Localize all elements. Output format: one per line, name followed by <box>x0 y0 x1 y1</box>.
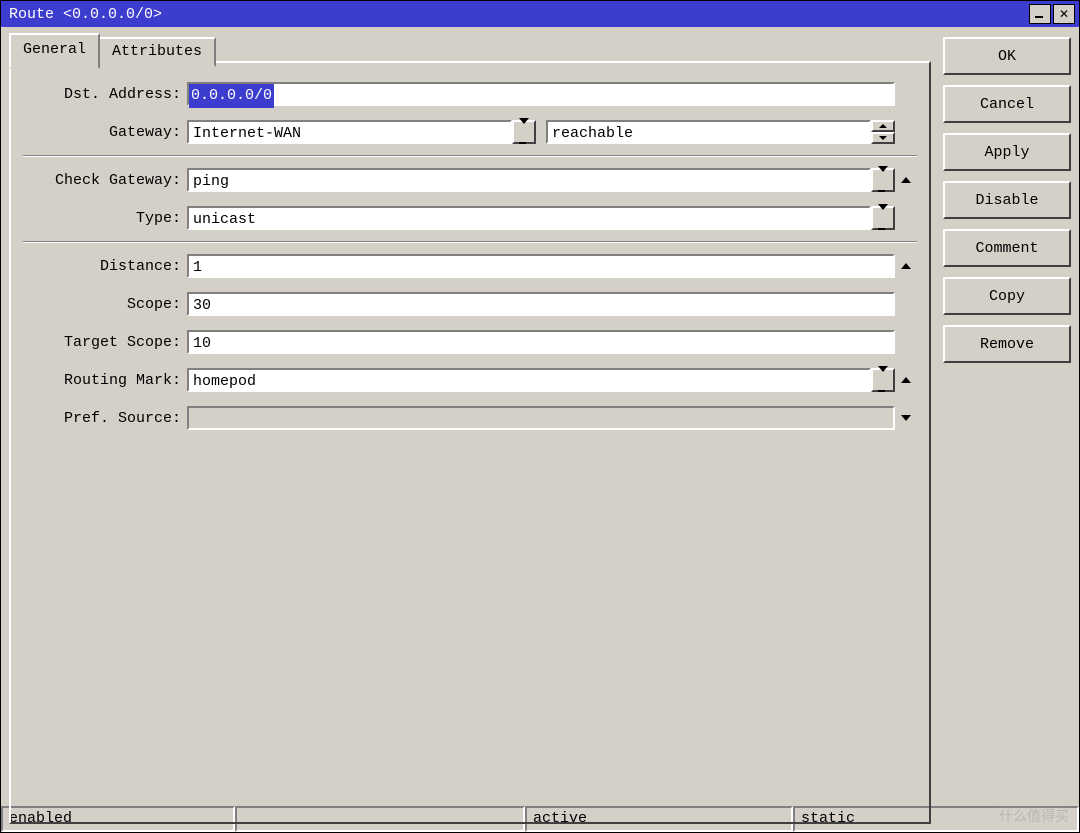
separator <box>23 155 917 157</box>
label-type: Type: <box>23 210 187 227</box>
main-panel: General Attributes Dst. Address: 0.0.0.0… <box>9 35 931 824</box>
disable-button[interactable]: Disable <box>943 181 1071 219</box>
copy-button[interactable]: Copy <box>943 277 1071 315</box>
general-panel: Dst. Address: 0.0.0.0/0 Gateway: Interne… <box>9 61 931 824</box>
distance-input[interactable]: 1 <box>187 254 895 278</box>
check-gateway-input[interactable]: ping <box>187 168 871 192</box>
label-gateway: Gateway: <box>23 124 187 141</box>
target-scope-input[interactable]: 10 <box>187 330 895 354</box>
routing-mark-dropdown-button[interactable] <box>871 368 895 392</box>
label-scope: Scope: <box>23 296 187 313</box>
label-distance: Distance: <box>23 258 187 275</box>
tab-attributes[interactable]: Attributes <box>98 37 216 67</box>
row-dst-address: Dst. Address: 0.0.0.0/0 <box>23 75 917 113</box>
row-type: Type: unicast <box>23 199 917 237</box>
minimize-button[interactable] <box>1029 4 1051 24</box>
routing-mark-collapse-icon[interactable] <box>895 377 917 383</box>
gateway-status: reachable <box>546 120 871 144</box>
label-routing-mark: Routing Mark: <box>23 372 187 389</box>
separator <box>23 241 917 243</box>
pref-source-expand-icon[interactable] <box>895 415 917 421</box>
close-button[interactable]: ✕ <box>1053 4 1075 24</box>
row-gateway: Gateway: Internet-WAN reachable <box>23 113 917 151</box>
row-scope: Scope: 30 <box>23 285 917 323</box>
row-target-scope: Target Scope: 10 <box>23 323 917 361</box>
gateway-dropdown-button[interactable] <box>512 120 536 144</box>
gateway-input[interactable]: Internet-WAN <box>187 120 512 144</box>
ok-button[interactable]: OK <box>943 37 1071 75</box>
apply-button[interactable]: Apply <box>943 133 1071 171</box>
gateway-step-down[interactable] <box>871 132 895 144</box>
dialog-body: General Attributes Dst. Address: 0.0.0.0… <box>1 27 1079 832</box>
button-column: OK Cancel Apply Disable Comment Copy Rem… <box>943 35 1071 824</box>
routing-mark-input[interactable]: homepod <box>187 368 871 392</box>
route-dialog: Route <0.0.0.0/0> ✕ General Attributes D… <box>0 0 1080 833</box>
type-input[interactable]: unicast <box>187 206 871 230</box>
row-check-gateway: Check Gateway: ping <box>23 161 917 199</box>
titlebar: Route <0.0.0.0/0> ✕ <box>1 1 1079 27</box>
label-pref-source: Pref. Source: <box>23 410 187 427</box>
label-check-gateway: Check Gateway: <box>23 172 187 189</box>
type-dropdown-button[interactable] <box>871 206 895 230</box>
check-gateway-collapse-icon[interactable] <box>895 177 917 183</box>
label-dst-address: Dst. Address: <box>23 86 187 103</box>
distance-collapse-icon[interactable] <box>895 263 917 269</box>
check-gateway-dropdown-button[interactable] <box>871 168 895 192</box>
client-area: General Attributes Dst. Address: 0.0.0.0… <box>1 27 1079 832</box>
gateway-step-up[interactable] <box>871 120 895 132</box>
row-distance: Distance: 1 <box>23 247 917 285</box>
window-title: Route <0.0.0.0/0> <box>5 6 1027 23</box>
tab-general[interactable]: General <box>9 33 100 69</box>
label-target-scope: Target Scope: <box>23 334 187 351</box>
pref-source-input[interactable] <box>187 406 895 430</box>
tab-strip: General Attributes <box>9 35 931 63</box>
gateway-stepper[interactable] <box>871 120 895 144</box>
row-pref-source: Pref. Source: <box>23 399 917 437</box>
remove-button[interactable]: Remove <box>943 325 1071 363</box>
row-routing-mark: Routing Mark: homepod <box>23 361 917 399</box>
comment-button[interactable]: Comment <box>943 229 1071 267</box>
dst-address-input[interactable]: 0.0.0.0/0 <box>187 82 895 106</box>
cancel-button[interactable]: Cancel <box>943 85 1071 123</box>
scope-input[interactable]: 30 <box>187 292 895 316</box>
